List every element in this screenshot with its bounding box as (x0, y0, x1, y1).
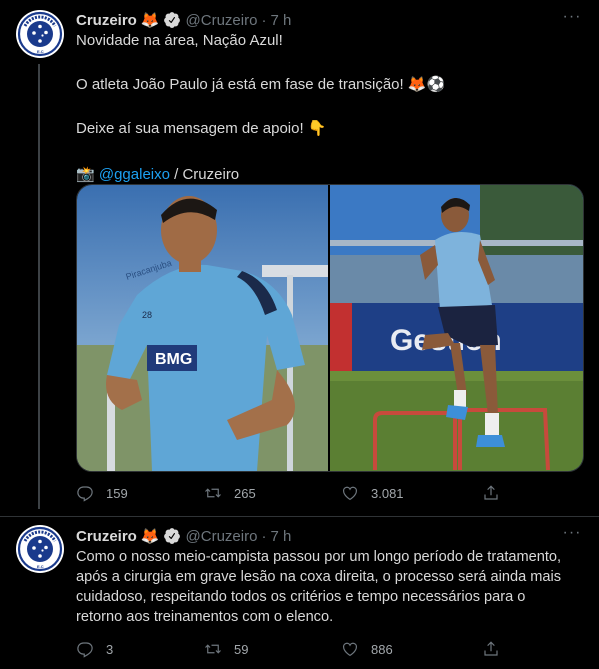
mention-link[interactable]: @ggaleixo (99, 166, 170, 183)
tweet-line (76, 95, 586, 115)
retweet-count: 59 (234, 641, 249, 657)
tweet[interactable]: E.C Cruzeiro 🦊 @Cruzeiro · 7 h ··· Novid… (0, 0, 599, 516)
cruzeiro-crest-icon: E.C (17, 11, 63, 57)
like-count: 886 (371, 641, 393, 657)
thread-line (38, 64, 40, 509)
retweet-button[interactable]: 59 (204, 637, 248, 661)
retweet-icon (205, 488, 221, 498)
photo-1[interactable]: BMG 28 Piracanjuba (77, 185, 330, 471)
tweet-line: após a cirurgia em grave lesão na coxa d… (76, 569, 562, 585)
cruzeiro-crest-icon: E.C (17, 526, 63, 572)
timestamp[interactable]: 7 h (270, 528, 291, 545)
svg-text:E.C: E.C (37, 49, 44, 54)
player-jogging-photo-icon: BMG 28 Piracanjuba (77, 185, 328, 471)
share-button[interactable] (482, 637, 512, 661)
author-handle[interactable]: @Cruzeiro (186, 12, 258, 29)
dot-separator: · (261, 11, 267, 29)
photo-credit: 📸 @ggaleixo / Cruzeiro (76, 165, 586, 185)
media-grid: BMG 28 Piracanjuba Gestion (76, 184, 584, 472)
tweet-line: retorno aos treinamentos com o elenco. (76, 609, 334, 625)
heart-icon (343, 486, 357, 501)
retweet-count: 265 (234, 485, 256, 501)
tweet-actions: 159 265 3.081 (76, 481, 506, 505)
player-training-photo-icon: Gestion (330, 185, 583, 471)
reply-count: 159 (106, 485, 128, 501)
more-options-icon[interactable]: ··· (561, 524, 583, 546)
reply-icon (77, 486, 93, 502)
share-icon (484, 485, 498, 500)
photo-2[interactable]: Gestion (330, 185, 583, 471)
timestamp[interactable]: 7 h (270, 12, 291, 29)
reply-count: 3 (106, 641, 114, 657)
tweet-line (76, 139, 586, 159)
svg-text:BMG: BMG (155, 351, 192, 368)
reply-button[interactable]: 3 (76, 637, 113, 661)
avatar[interactable]: E.C (16, 10, 64, 58)
svg-text:E.C: E.C (37, 564, 44, 569)
like-button[interactable]: 3.081 (341, 481, 404, 505)
fox-emoji: 🦊 (140, 12, 160, 29)
reply-button[interactable]: 159 (76, 481, 128, 505)
tweet[interactable]: E.C Cruzeiro 🦊 @Cruzeiro · 7 h ··· Como … (0, 517, 599, 669)
verified-badge-icon (163, 527, 181, 545)
more-options-icon[interactable]: ··· (561, 8, 583, 30)
jersey-number: 28 (142, 310, 152, 320)
tweet-text: Como o nosso meio-campista passou por um… (76, 547, 591, 627)
tweet-actions: 3 59 886 (76, 637, 506, 661)
share-button[interactable] (482, 481, 512, 505)
author-name[interactable]: Cruzeiro (76, 528, 137, 545)
verified-badge-icon (163, 11, 181, 29)
reply-icon (77, 642, 93, 658)
author-handle[interactable]: @Cruzeiro (186, 528, 258, 545)
tweet-line: Como o nosso meio-campista passou por um… (76, 549, 562, 565)
tweet-line: cuidadoso, respeitando todos os critério… (76, 589, 526, 605)
camera-emoji: 📸 (76, 166, 95, 183)
heart-icon (343, 642, 357, 657)
tweet-header: Cruzeiro 🦊 @Cruzeiro · 7 h (76, 9, 291, 31)
tweet-line (76, 51, 586, 71)
share-icon (484, 641, 498, 656)
author-name[interactable]: Cruzeiro (76, 12, 137, 29)
retweet-button[interactable]: 265 (204, 481, 256, 505)
credit-suffix: / Cruzeiro (169, 166, 240, 183)
tweet-text: Novidade na área, Nação Azul! O atleta J… (76, 31, 586, 185)
dot-separator: · (261, 527, 267, 545)
tweet-line: Deixe aí sua mensagem de apoio! 👇 (76, 120, 327, 137)
avatar[interactable]: E.C (16, 525, 64, 573)
tweet-line: O atleta João Paulo já está em fase de t… (76, 76, 446, 93)
like-count: 3.081 (371, 485, 404, 501)
retweet-icon (205, 644, 221, 654)
fox-emoji: 🦊 (140, 528, 160, 545)
tweet-header: Cruzeiro 🦊 @Cruzeiro · 7 h (76, 525, 291, 547)
like-button[interactable]: 886 (341, 637, 393, 661)
tweet-line: Novidade na área, Nação Azul! (76, 32, 283, 49)
